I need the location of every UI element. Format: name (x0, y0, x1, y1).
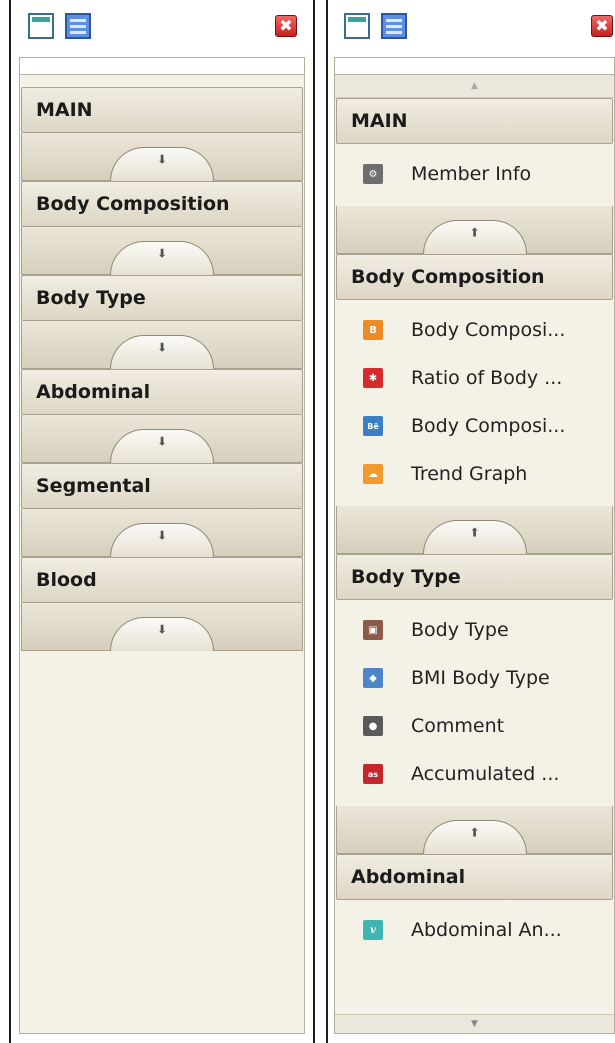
expand-handle[interactable]: ⬇ (21, 133, 303, 181)
collapse-handle[interactable]: ⬆ (336, 506, 613, 554)
toolbar: ✖ (11, 0, 313, 52)
section-header-body-composition[interactable]: Body Composition (21, 181, 303, 227)
section-header-main[interactable]: MAIN (336, 98, 613, 144)
section-header-abdominal[interactable]: Abdominal (336, 854, 613, 900)
list-item[interactable]: ◆ BMI Body Type (335, 654, 614, 702)
right-panel: ✖ ▲ MAIN ⚙ Member Info ⬆ Body Compositio… (326, 0, 615, 1043)
yelp-icon: ✱ (363, 368, 383, 388)
item-label: BMI Body Type (411, 667, 550, 689)
divider-box (19, 57, 305, 74)
body-type-icon: ▣ (363, 620, 383, 640)
list-item[interactable]: ▣ Body Type (335, 606, 614, 654)
expand-handle[interactable]: ⬇ (21, 227, 303, 275)
arrow-up-icon: ⬆ (469, 824, 480, 839)
item-label: Accumulated ... (411, 763, 560, 785)
arrow-up-icon: ⬆ (469, 224, 480, 239)
list-item[interactable]: Bē Body Composi... (335, 402, 614, 450)
list-item[interactable]: ✱ Ratio of Body ... (335, 354, 614, 402)
item-label: Abdominal An... (411, 919, 562, 941)
blogger-icon: B (363, 320, 383, 340)
section-header-body-composition[interactable]: Body Composition (336, 254, 613, 300)
left-panel: ✖ MAIN ⬇ Body Composition ⬇ Body Type ⬇ … (9, 0, 315, 1043)
section-header-abdominal[interactable]: Abdominal (21, 369, 303, 415)
accordion: MAIN ⬇ Body Composition ⬇ Body Type ⬇ Ab… (19, 74, 305, 1034)
section-header-main[interactable]: MAIN (21, 87, 303, 133)
member-info-icon: ⚙ (363, 164, 383, 184)
section-content-abdominal: v Abdominal An... (335, 900, 614, 962)
arrow-down-icon: ⬇ (156, 339, 168, 354)
scroll-down-icon: ▼ (471, 1019, 478, 1029)
section-header-body-type[interactable]: Body Type (336, 554, 613, 600)
item-label: Trend Graph (411, 463, 528, 485)
section-content-main: ⚙ Member Info (335, 144, 614, 206)
item-label: Comment (411, 715, 505, 737)
scroll-down-button[interactable]: ▼ (335, 1014, 614, 1033)
lastfm-icon: as (363, 764, 383, 784)
arrow-down-icon: ⬇ (156, 433, 168, 448)
scroll-up-icon: ▲ (471, 81, 478, 91)
bmi-icon: ◆ (363, 668, 383, 688)
accordion: ▲ MAIN ⚙ Member Info ⬆ Body Composition … (334, 74, 615, 1034)
section-header-segmental[interactable]: Segmental (21, 463, 303, 509)
section-content-body-type: ▣ Body Type ◆ BMI Body Type ● Comment as… (335, 600, 614, 806)
item-label: Body Composi... (411, 319, 566, 341)
vimeo-icon: v (363, 920, 383, 940)
close-icon[interactable]: ✖ (591, 15, 613, 37)
single-view-icon[interactable] (28, 13, 54, 39)
section-content-body-composition: B Body Composi... ✱ Ratio of Body ... Bē… (335, 300, 614, 506)
expand-handle[interactable]: ⬇ (21, 509, 303, 557)
evernote-icon: ● (363, 716, 383, 736)
list-item[interactable]: as Accumulated ... (335, 750, 614, 798)
collapse-handle[interactable]: ⬆ (336, 806, 613, 854)
item-label: Body Composi... (411, 415, 566, 437)
toolbar: ✖ (328, 0, 615, 52)
item-label: Member Info (411, 163, 532, 185)
arrow-down-icon: ⬇ (156, 621, 168, 636)
arrow-up-icon: ⬆ (469, 524, 480, 539)
list-item[interactable]: v Abdominal An... (335, 906, 614, 954)
list-item[interactable]: B Body Composi... (335, 306, 614, 354)
item-label: Body Type (411, 619, 509, 641)
section-header-blood[interactable]: Blood (21, 557, 303, 603)
item-label: Ratio of Body ... (411, 367, 563, 389)
list-item-member-info[interactable]: ⚙ Member Info (335, 150, 614, 198)
scroll-up-button[interactable]: ▲ (335, 75, 614, 98)
divider-box (334, 57, 615, 74)
behance-icon: Bē (363, 416, 383, 436)
expand-handle[interactable]: ⬇ (21, 603, 303, 651)
single-view-icon[interactable] (344, 13, 370, 39)
close-icon[interactable]: ✖ (275, 15, 297, 37)
cloud-icon: ☁ (363, 464, 383, 484)
list-item[interactable]: ☁ Trend Graph (335, 450, 614, 498)
arrow-down-icon: ⬇ (156, 527, 168, 542)
section-header-body-type[interactable]: Body Type (21, 275, 303, 321)
expand-handle[interactable]: ⬇ (21, 321, 303, 369)
list-view-icon[interactable] (65, 13, 91, 39)
arrow-down-icon: ⬇ (156, 245, 168, 260)
arrow-down-icon: ⬇ (156, 151, 168, 166)
collapse-handle[interactable]: ⬆ (336, 206, 613, 254)
list-item[interactable]: ● Comment (335, 702, 614, 750)
expand-handle[interactable]: ⬇ (21, 415, 303, 463)
list-view-icon[interactable] (381, 13, 407, 39)
